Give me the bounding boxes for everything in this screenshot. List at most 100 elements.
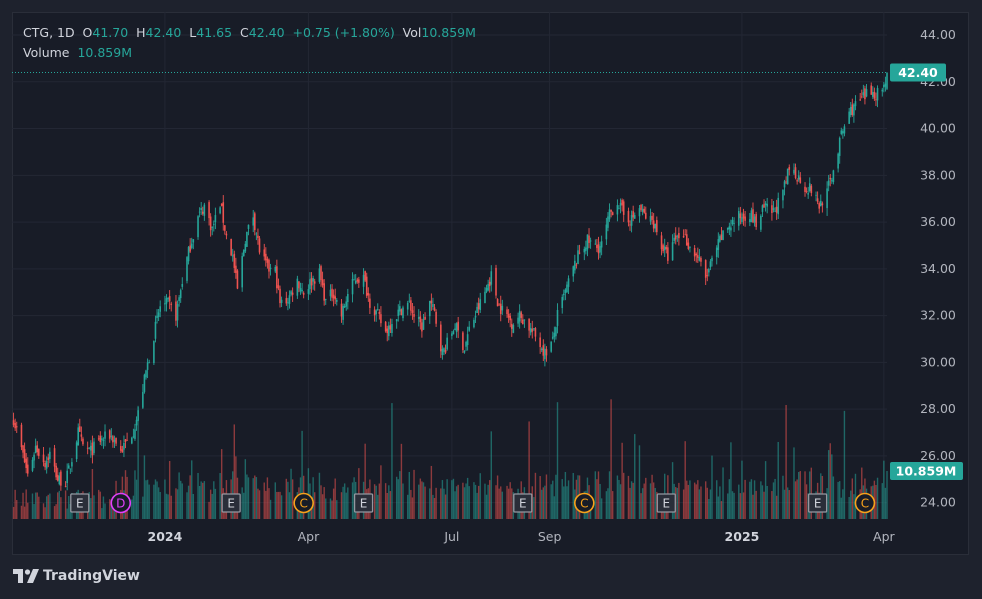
candle-body [772, 208, 775, 210]
volume-bar [386, 493, 388, 519]
candle-body [733, 223, 735, 225]
event-letter: D [116, 496, 125, 510]
candle-body [146, 362, 149, 370]
volume-bar [608, 471, 611, 519]
volume-bar [599, 483, 601, 519]
legend-open-label: O [82, 25, 93, 40]
volume-bar [640, 493, 642, 519]
candle-body [660, 235, 663, 250]
volume-bar [782, 475, 784, 519]
legend-close-label: C [240, 25, 249, 40]
volume-bar [716, 480, 718, 519]
volume-bar [90, 498, 92, 519]
candle-body [498, 304, 500, 306]
volume-bar [246, 474, 248, 519]
volume-bar [541, 489, 543, 519]
candle-body [324, 299, 327, 300]
volume-bar [465, 483, 467, 519]
volume-bar [202, 482, 204, 519]
volume-bar [479, 473, 481, 519]
candle-body [424, 316, 426, 320]
volume-bar [742, 492, 745, 519]
candle-body [842, 131, 844, 134]
candle-body [533, 328, 535, 330]
candle-body [269, 267, 272, 269]
volume-bar [829, 443, 831, 519]
volume-bar [424, 486, 426, 519]
candle-body [410, 300, 412, 311]
volume-bar [645, 477, 647, 519]
candle-body [343, 306, 346, 308]
candle-body [121, 449, 124, 453]
volume-bar [252, 478, 254, 519]
candle-body [728, 226, 731, 230]
volume-bar [649, 483, 652, 519]
volume-bar [198, 485, 201, 519]
volume-bar [47, 494, 49, 519]
volume-bar [629, 487, 631, 519]
candle-body [231, 255, 234, 257]
candle-body [640, 204, 642, 210]
volume-bar [463, 487, 466, 519]
price-axis[interactable]: 44.0042.0040.0038.0036.0034.0032.0030.00… [920, 27, 956, 510]
candle-body [752, 209, 754, 223]
volume-bar [706, 487, 708, 519]
candle-body [865, 89, 868, 97]
volume-bar [842, 489, 844, 519]
volume-bar [733, 492, 735, 519]
volume-bar [848, 496, 850, 519]
candle-body [296, 278, 299, 296]
volume-bar [785, 404, 787, 519]
legend-symbol[interactable]: CTG [23, 25, 49, 40]
price-chart[interactable]: EDECEECEEC 44.0042.0040.0038.0036.0034.0… [12, 12, 969, 555]
volume-bar [851, 478, 854, 519]
time-axis[interactable]: 2024 Apr Jul Sep 2025 Apr [148, 529, 896, 544]
x-tick-label: Apr [298, 529, 320, 544]
candle-body [859, 99, 861, 101]
candle-body [870, 85, 873, 95]
legend-interval[interactable]: 1D [57, 25, 75, 40]
volume-bar [347, 487, 349, 519]
candle-body [689, 246, 691, 248]
candle-body [873, 91, 876, 99]
volume-bar [42, 503, 45, 519]
candle-body [175, 301, 177, 321]
volume-bar [760, 481, 762, 519]
candle-body [242, 250, 245, 257]
candle-body [510, 323, 513, 329]
candle-body [876, 88, 879, 101]
volume-bar [719, 486, 721, 519]
candle-body [353, 279, 355, 281]
volume-bar [209, 489, 212, 519]
volume-bar [274, 482, 276, 519]
candle-body [422, 318, 425, 330]
candle-body [380, 314, 382, 324]
candle-body [263, 249, 266, 257]
volume-bar [191, 460, 193, 519]
candle-body [268, 259, 270, 272]
candle-body [365, 276, 368, 296]
candle-body [66, 470, 68, 484]
candle-body [619, 202, 622, 206]
volume-bar [798, 471, 800, 519]
candle-body [693, 248, 696, 257]
volume-bar [170, 495, 172, 519]
volume-bar [55, 504, 57, 519]
volume-bar [468, 486, 470, 519]
volume-bar [181, 483, 183, 519]
volume-bar [329, 498, 332, 519]
volume-bar [254, 475, 256, 519]
candle-body [443, 348, 445, 352]
volume-bar [831, 454, 833, 519]
event-letter: E [360, 496, 368, 510]
candle-body [241, 256, 243, 288]
candle-body [738, 211, 740, 226]
candle-body [159, 306, 161, 312]
tradingview-logo[interactable]: TradingView [13, 568, 140, 584]
volume-label[interactable]: Volume [23, 45, 70, 60]
candle-body [430, 300, 433, 304]
volume-bar [487, 484, 489, 519]
candle-body [408, 300, 411, 302]
candle-body [556, 309, 559, 326]
volume-bar [772, 482, 775, 519]
